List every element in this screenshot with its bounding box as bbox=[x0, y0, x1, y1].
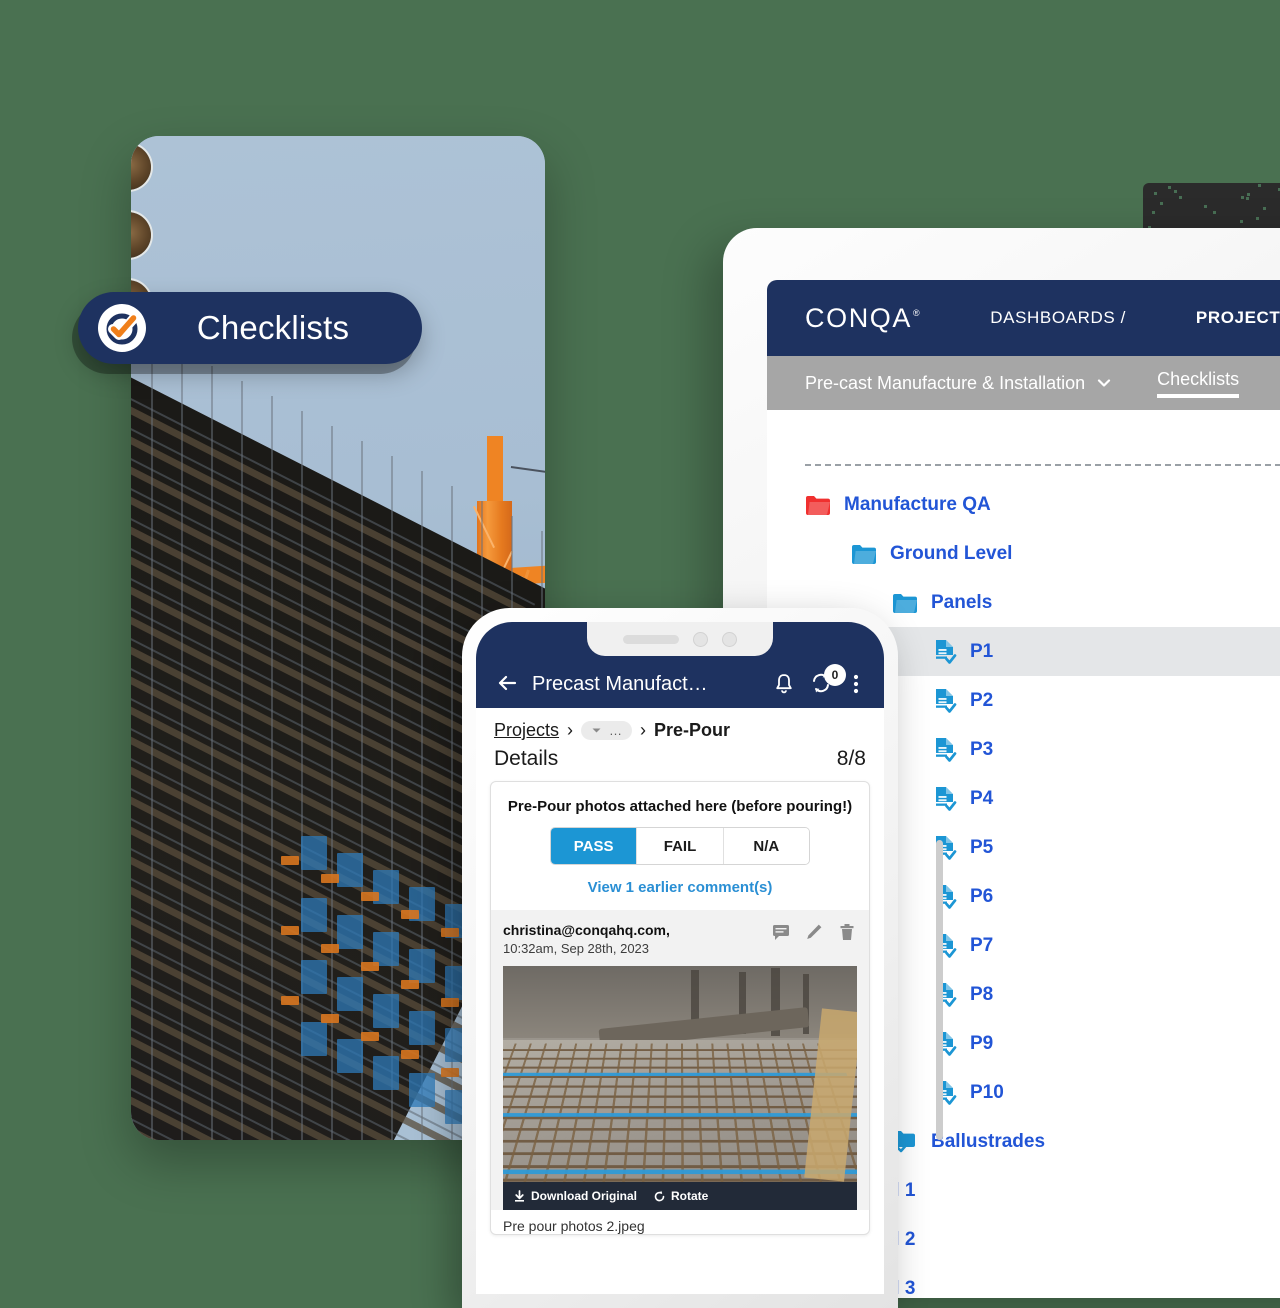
folder-blue-icon bbox=[851, 543, 877, 565]
option-pass[interactable]: PASS bbox=[551, 828, 636, 864]
composition-stage: MORROW Checklists CONQA® bbox=[0, 0, 1280, 1280]
sensor-icon bbox=[693, 632, 708, 647]
tree-node-label: Ballustrades bbox=[931, 1131, 1045, 1153]
checklists-badge-label: Checklists bbox=[146, 309, 422, 347]
tree-node-ground-level[interactable]: Ground Level bbox=[767, 529, 1280, 578]
tree-node-label: P8 bbox=[970, 984, 993, 1006]
chevron-down-icon bbox=[1095, 374, 1113, 392]
document-check-icon bbox=[933, 688, 957, 714]
tree-node-label: Panels bbox=[931, 592, 992, 614]
document-check-icon bbox=[933, 639, 957, 665]
back-arrow-icon[interactable] bbox=[494, 670, 520, 696]
tree-node-label: P3 bbox=[970, 739, 993, 761]
comment-actions bbox=[771, 922, 857, 947]
bell-icon[interactable] bbox=[772, 672, 796, 696]
phone-notch bbox=[587, 622, 773, 656]
phone-title: Precast Manufact… bbox=[532, 673, 760, 696]
delete-icon[interactable] bbox=[837, 922, 857, 947]
conqa-logo[interactable]: CONQA® bbox=[805, 303, 920, 334]
tree-node-manufacture-qa[interactable]: Manufacture QA bbox=[767, 480, 1280, 529]
rotate-button[interactable]: Rotate bbox=[653, 1189, 708, 1203]
tree-node-label: P2 bbox=[970, 690, 993, 712]
comment-photo[interactable] bbox=[503, 966, 857, 1182]
document-check-icon bbox=[933, 786, 957, 812]
registered-mark: ® bbox=[913, 308, 921, 318]
download-original-button[interactable]: Download Original bbox=[513, 1189, 637, 1203]
sync-icon[interactable]: 0 bbox=[808, 670, 834, 696]
document-check-icon bbox=[933, 786, 957, 812]
phone-screen: Precast Manufact… 0 Projects › … › Pre-P… bbox=[476, 622, 884, 1294]
option-fail[interactable]: FAIL bbox=[636, 828, 722, 864]
tree-node-label: Ground Level bbox=[890, 543, 1012, 565]
folder-blue-icon bbox=[851, 543, 877, 565]
folder-blue-icon bbox=[892, 592, 918, 614]
nav-item-dashboards[interactable]: DASHBOARDS / bbox=[990, 308, 1126, 328]
document-check-icon bbox=[933, 688, 957, 714]
folder-red-icon bbox=[805, 494, 831, 516]
details-label: Details bbox=[494, 747, 558, 771]
tablet-subnav: Pre-cast Manufacture & Installation Chec… bbox=[767, 356, 1280, 410]
project-selector-label: Pre-cast Manufacture & Installation bbox=[805, 373, 1085, 394]
phone-appbar: Precast Manufact… 0 bbox=[476, 622, 884, 708]
nav-item-projects[interactable]: PROJECTS / bbox=[1196, 308, 1280, 328]
tree-node-label: P7 bbox=[970, 935, 993, 957]
details-progress: 8/8 bbox=[837, 747, 866, 771]
breadcrumb-projects[interactable]: Projects bbox=[494, 720, 559, 741]
pass-fail-na-selector: PASS FAIL N/A bbox=[550, 827, 810, 865]
tab-checklists[interactable]: Checklists bbox=[1157, 369, 1239, 398]
document-check-icon bbox=[933, 737, 957, 763]
tree-node-label: P10 bbox=[970, 1082, 1004, 1104]
breadcrumb-separator: › bbox=[567, 720, 573, 741]
precast-panel-formwork bbox=[503, 1040, 857, 1182]
tree-node-label: P4 bbox=[970, 788, 993, 810]
tree-node-label: P1 bbox=[970, 641, 993, 663]
photo-filename: Pre pour photos 2.jpeg bbox=[491, 1210, 869, 1234]
edit-icon[interactable] bbox=[804, 922, 824, 947]
breadcrumb-current: Pre-Pour bbox=[654, 720, 730, 741]
sync-badge-count: 0 bbox=[824, 664, 846, 686]
tree-scrollbar[interactable] bbox=[936, 840, 943, 1140]
comment-author: christina@conqahq.com, bbox=[503, 922, 670, 938]
tree-node-label: P9 bbox=[970, 1033, 993, 1055]
tree-node-label: P5 bbox=[970, 837, 993, 859]
document-check-icon bbox=[933, 639, 957, 665]
photo-action-bar: Download Original Rotate bbox=[503, 1182, 857, 1210]
checklist-item-card: Pre-Pour photos attached here (before po… bbox=[490, 781, 870, 1235]
front-camera-icon bbox=[722, 632, 737, 647]
breadcrumb-ellipsis: … bbox=[609, 723, 622, 738]
earpiece-speaker bbox=[623, 635, 679, 644]
breadcrumb-collapsed[interactable]: … bbox=[581, 721, 632, 740]
download-original-label: Download Original bbox=[531, 1189, 637, 1203]
tree-node-label: Manufacture QA bbox=[844, 494, 991, 516]
details-row: Details 8/8 bbox=[476, 741, 884, 781]
tablet-topnav: CONQA® DASHBOARDS / PROJECTS / bbox=[767, 280, 1280, 356]
rotate-icon bbox=[653, 1190, 666, 1203]
download-icon bbox=[513, 1190, 526, 1203]
chevron-down-icon bbox=[591, 725, 602, 736]
folder-red-icon bbox=[805, 494, 831, 516]
view-earlier-comments-link[interactable]: View 1 earlier comment(s) bbox=[491, 879, 869, 910]
option-na[interactable]: N/A bbox=[723, 828, 809, 864]
phone-device: Precast Manufact… 0 Projects › … › Pre-P… bbox=[462, 608, 898, 1308]
checklists-badge[interactable]: Checklists bbox=[78, 292, 422, 364]
checklist-question: Pre-Pour photos attached here (before po… bbox=[491, 782, 869, 827]
breadcrumb: Projects › … › Pre-Pour bbox=[476, 708, 884, 741]
project-selector[interactable]: Pre-cast Manufacture & Installation bbox=[805, 373, 1113, 394]
kebab-menu-icon[interactable] bbox=[846, 672, 866, 696]
comment-timestamp: 10:32am, Sep 28th, 2023 bbox=[503, 941, 670, 956]
folder-blue-icon bbox=[892, 592, 918, 614]
check-circle-icon bbox=[98, 304, 146, 352]
tree-node-label: P6 bbox=[970, 886, 993, 908]
comment-icon[interactable] bbox=[771, 922, 791, 947]
rotate-label: Rotate bbox=[671, 1189, 708, 1203]
comment-block: christina@conqahq.com, 10:32am, Sep 28th… bbox=[491, 910, 869, 1210]
breadcrumb-separator: › bbox=[640, 720, 646, 741]
document-check-icon bbox=[933, 737, 957, 763]
comment-header: christina@conqahq.com, 10:32am, Sep 28th… bbox=[503, 922, 857, 956]
conqa-logo-text: CONQA bbox=[805, 303, 912, 333]
